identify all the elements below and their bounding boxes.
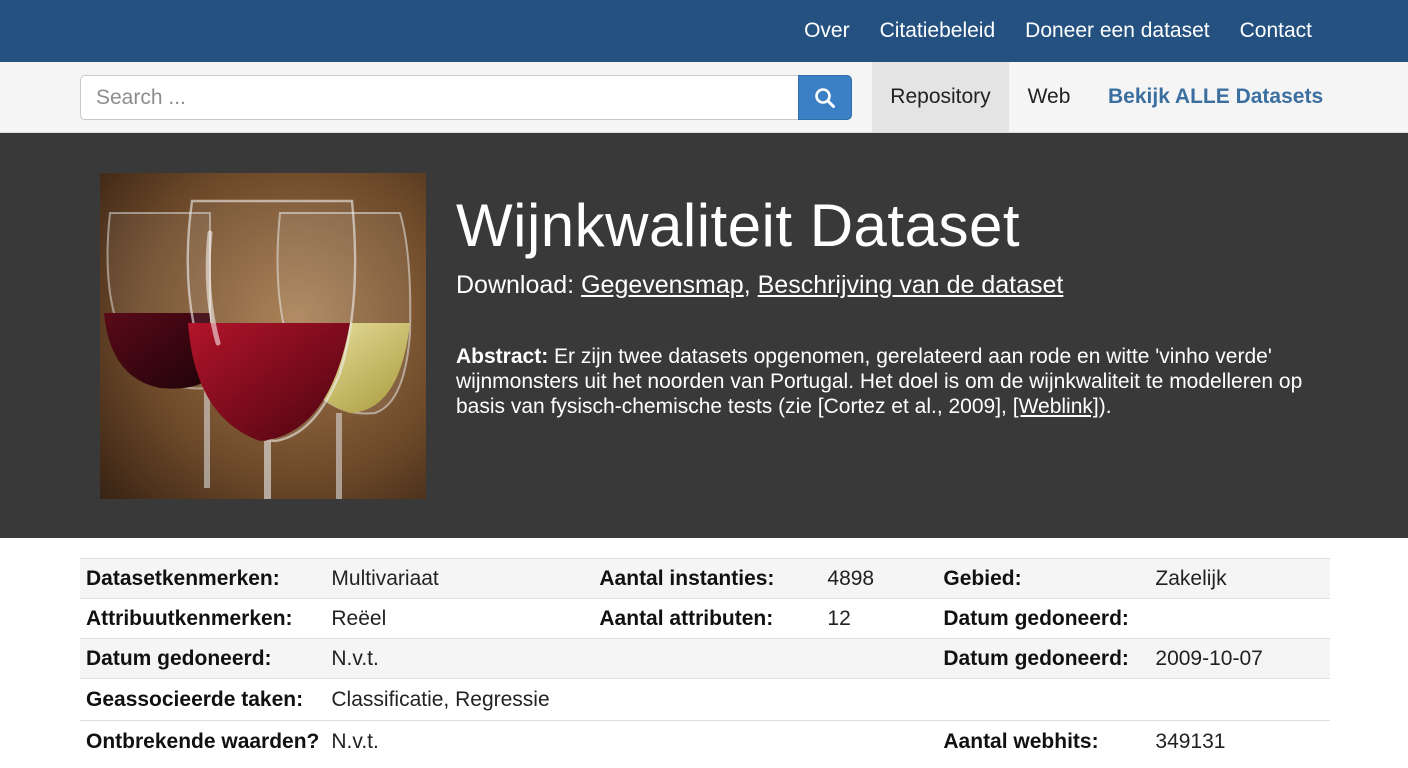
nav-link-citatiebeleid[interactable]: Citatiebeleid [880, 19, 996, 43]
table-cell-label [593, 638, 822, 679]
table-row: Attribuutkenmerken: Reëel Aantal attribu… [80, 598, 1330, 639]
table-cell-label: Aantal webhits: [937, 720, 1150, 763]
table-cell-value: 349131 [1149, 720, 1330, 763]
dataset-description-link[interactable]: Beschrijving van de dataset [758, 271, 1064, 299]
data-folder-link[interactable]: Gegevensmap [581, 271, 744, 299]
table-cell-label: Ontbrekende waarden? [80, 720, 326, 763]
download-line: Download: Gegevensmap, Beschrijving van … [456, 271, 1063, 300]
weblink-link[interactable]: [Weblink] [1013, 395, 1099, 418]
table-cell-label: Datum gedoneerd: [80, 638, 326, 679]
wine-glasses-image [100, 173, 426, 499]
search-bar: Repository Web Bekijk ALLE Datasets [0, 62, 1408, 133]
table-cell-value [821, 678, 938, 721]
search-input[interactable] [80, 75, 800, 120]
view-all-datasets-link[interactable]: Bekijk ALLE Datasets [1108, 62, 1323, 132]
table-cell-value [821, 720, 938, 763]
abstract-text: Er zijn twee datasets opgenomen, gerelat… [456, 345, 1303, 418]
top-navigation: Over Citatiebeleid Doneer een dataset Co… [0, 0, 1408, 62]
table-cell-label: Aantal attributen: [593, 598, 822, 639]
table-cell-label: Datasetkenmerken: [80, 558, 326, 599]
table-cell-value: 4898 [821, 558, 938, 599]
table-cell-value: N.v.t. [325, 720, 594, 763]
tab-web[interactable]: Web [1009, 62, 1089, 132]
download-separator: , [743, 271, 751, 299]
table-cell-value [1149, 678, 1330, 721]
table-cell-value: N.v.t. [325, 638, 594, 679]
table-cell-label: Geassocieerde taken: [80, 678, 326, 721]
top-nav-links: Over Citatiebeleid Doneer een dataset Co… [804, 0, 1312, 62]
nav-link-doneer[interactable]: Doneer een dataset [1025, 19, 1209, 43]
table-cell-value: Zakelijk [1149, 558, 1330, 599]
table-row: Datum gedoneerd: N.v.t. Datum gedoneerd:… [80, 638, 1330, 679]
abstract-label: Abstract: [456, 345, 549, 368]
table-row: Ontbrekende waarden? N.v.t. Aantal webhi… [80, 720, 1330, 763]
table-cell-label: Attribuutkenmerken: [80, 598, 326, 639]
table-cell-value: Multivariaat [325, 558, 594, 599]
table-row: Datasetkenmerken: Multivariaat Aantal in… [80, 558, 1330, 599]
table-cell-label: Datum gedoneerd: [937, 598, 1150, 639]
table-cell-label: Datum gedoneerd: [937, 638, 1150, 679]
nav-link-over[interactable]: Over [804, 19, 850, 43]
table-cell-label [937, 678, 1150, 721]
table-cell-label: Aantal instanties: [593, 558, 822, 599]
table-row: Geassocieerde taken: Classificatie, Regr… [80, 678, 1330, 721]
dataset-info-table: Datasetkenmerken: Multivariaat Aantal in… [80, 558, 1330, 763]
search-button[interactable] [798, 75, 852, 120]
dataset-abstract: Abstract: Er zijn twee datasets opgenome… [456, 344, 1316, 419]
table-cell-value: 12 [821, 598, 938, 639]
table-cell-label [593, 720, 822, 763]
table-cell-label: Gebied: [937, 558, 1150, 599]
table-cell-label [593, 678, 822, 721]
nav-link-contact[interactable]: Contact [1240, 19, 1312, 43]
table-cell-value [821, 638, 938, 679]
download-label: Download: [456, 271, 575, 299]
table-cell-value [1149, 598, 1330, 639]
tab-repository[interactable]: Repository [872, 62, 1009, 132]
table-cell-value: 2009-10-07 [1149, 638, 1330, 679]
dataset-hero: Wijnkwaliteit Dataset Download: Gegevens… [0, 133, 1408, 538]
abstract-end: ). [1098, 395, 1112, 418]
search-icon [815, 87, 835, 108]
dataset-title: Wijnkwaliteit Dataset [456, 192, 1021, 259]
table-cell-value: Reëel [325, 598, 594, 639]
table-cell-value: Classificatie, Regressie [325, 678, 594, 721]
